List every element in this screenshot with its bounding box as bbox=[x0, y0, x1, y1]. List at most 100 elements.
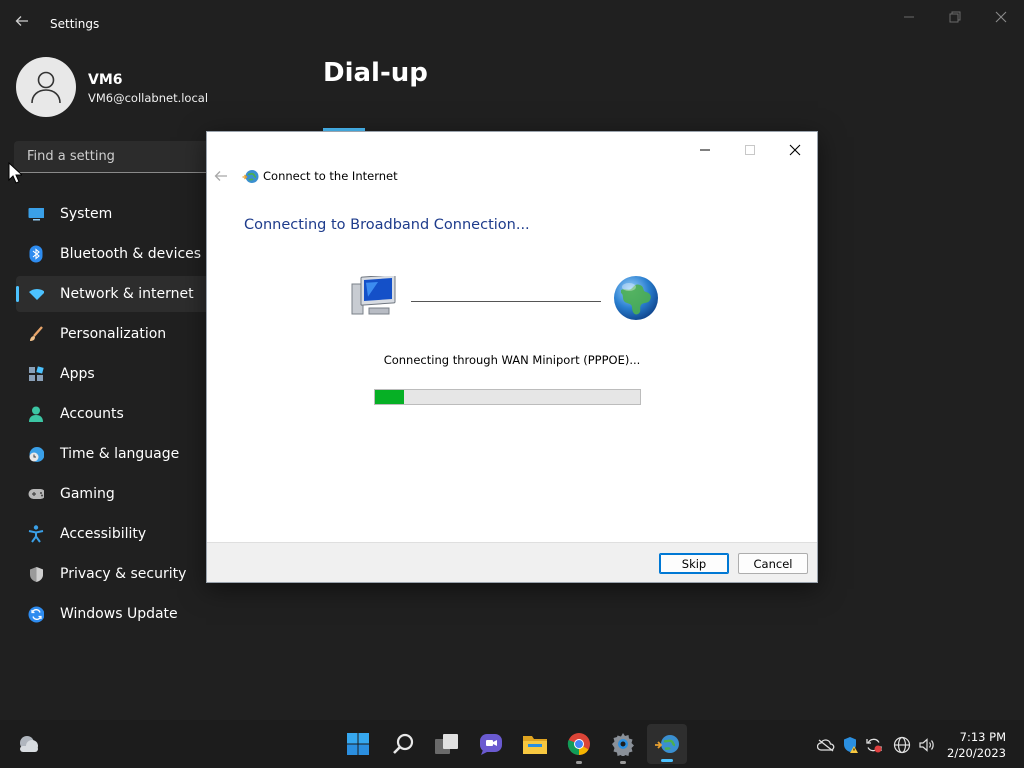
sidebar-item-bluetooth-devices[interactable]: Bluetooth & devices bbox=[16, 236, 216, 272]
back-button[interactable] bbox=[14, 13, 34, 35]
gamepad-icon bbox=[28, 486, 44, 502]
user-icon bbox=[31, 71, 61, 104]
wifi-icon bbox=[28, 286, 44, 302]
tray-volume[interactable] bbox=[918, 736, 936, 754]
minimize-icon bbox=[904, 16, 914, 18]
brush-icon bbox=[28, 326, 44, 342]
avatar[interactable] bbox=[16, 57, 76, 117]
apps-icon bbox=[28, 366, 44, 382]
progress-bar bbox=[374, 389, 641, 405]
sidebar-item-label: Time & language bbox=[60, 446, 180, 462]
dialog-maximize-button[interactable] bbox=[736, 138, 764, 162]
person-icon bbox=[28, 406, 44, 422]
update-icon bbox=[28, 606, 44, 622]
clock-time: 7:13 PM bbox=[959, 730, 1006, 744]
maximize-icon bbox=[745, 145, 755, 155]
close-button[interactable] bbox=[990, 8, 1012, 26]
app-title: Settings bbox=[50, 17, 100, 31]
taskbar-teams-chat[interactable] bbox=[477, 730, 505, 758]
sidebar-item-accounts[interactable]: Accounts bbox=[16, 396, 216, 432]
sidebar-item-label: Privacy & security bbox=[60, 566, 187, 582]
sidebar-item-gaming[interactable]: Gaming bbox=[16, 476, 216, 512]
search-icon bbox=[393, 733, 414, 754]
chat-icon bbox=[480, 734, 502, 755]
dialog-footer: Skip Cancel bbox=[207, 542, 817, 582]
search-box[interactable] bbox=[14, 141, 214, 173]
taskbar-connect-internet[interactable] bbox=[647, 724, 687, 764]
gear-icon bbox=[612, 733, 634, 756]
taskbar-search[interactable] bbox=[389, 730, 417, 758]
taskbar-chrome[interactable] bbox=[565, 730, 593, 764]
windows-start-icon bbox=[347, 733, 369, 755]
arrow-left-icon bbox=[214, 171, 227, 181]
tray-defender[interactable] bbox=[842, 736, 860, 754]
sidebar-item-apps[interactable]: Apps bbox=[16, 356, 216, 392]
weather-cloud-icon bbox=[20, 736, 38, 752]
sidebar-item-label: Accessibility bbox=[60, 526, 147, 542]
cloud-offline-icon bbox=[817, 739, 835, 752]
taskbar-clock[interactable]: 7:13 PM 2/20/2023 bbox=[947, 729, 1006, 761]
dialog-close-button[interactable] bbox=[781, 138, 809, 162]
sidebar-item-label: Apps bbox=[60, 366, 95, 382]
sidebar-item-personalization[interactable]: Personalization bbox=[16, 316, 216, 352]
sidebar-item-label: System bbox=[60, 206, 113, 222]
mouse-cursor-icon bbox=[8, 162, 22, 184]
accessibility-icon bbox=[28, 525, 44, 543]
connection-line bbox=[411, 301, 601, 302]
taskbar-settings[interactable] bbox=[609, 730, 637, 764]
search-input[interactable] bbox=[14, 141, 214, 172]
sidebar-item-network-internet[interactable]: Network & internet bbox=[16, 276, 216, 312]
sidebar-item-system[interactable]: System bbox=[16, 196, 216, 232]
taskbar-file-explorer[interactable] bbox=[521, 730, 549, 758]
globe-icon bbox=[614, 276, 658, 320]
taskbar-start[interactable] bbox=[344, 730, 372, 758]
page-title: Dial-up bbox=[323, 58, 428, 88]
system-icon bbox=[28, 206, 44, 222]
taskbar: 7:13 PM 2/20/2023 bbox=[0, 720, 1024, 768]
close-icon bbox=[789, 144, 801, 156]
sidebar-item-label: Accounts bbox=[60, 406, 124, 422]
folder-icon bbox=[523, 736, 547, 754]
arrow-left-icon bbox=[15, 16, 28, 26]
sidebar-item-windows-update[interactable]: Windows Update bbox=[16, 596, 216, 632]
sidebar-item-label: Windows Update bbox=[60, 606, 178, 622]
tray-onedrive[interactable] bbox=[817, 736, 835, 754]
sidebar-item-label: Bluetooth & devices bbox=[60, 246, 202, 262]
computer-icon bbox=[351, 276, 396, 315]
tray-network[interactable] bbox=[893, 736, 911, 754]
tray-sync[interactable] bbox=[865, 736, 883, 754]
globe-connect-icon bbox=[655, 735, 679, 753]
taskbar-weather[interactable] bbox=[14, 730, 42, 758]
dialog-minimize-button[interactable] bbox=[691, 138, 719, 162]
minimize-icon bbox=[700, 149, 710, 151]
close-icon bbox=[995, 11, 1007, 23]
cancel-button[interactable]: Cancel bbox=[738, 553, 808, 574]
task-view-icon bbox=[435, 734, 458, 754]
chrome-icon bbox=[567, 733, 590, 755]
dialog-back-button[interactable] bbox=[213, 168, 229, 184]
dialog-title: Connect to the Internet bbox=[263, 169, 398, 183]
volume-icon bbox=[919, 738, 934, 752]
sidebar-item-accessibility[interactable]: Accessibility bbox=[16, 516, 216, 552]
sync-icon bbox=[866, 738, 882, 753]
running-indicator bbox=[620, 761, 626, 764]
taskbar-task-view[interactable] bbox=[433, 730, 461, 758]
sidebar-item-label: Network & internet bbox=[60, 286, 194, 302]
active-indicator bbox=[661, 759, 673, 762]
minimize-button[interactable] bbox=[898, 8, 920, 26]
restore-icon bbox=[949, 11, 961, 23]
bluetooth-icon bbox=[28, 245, 44, 263]
globe-connect-icon bbox=[242, 170, 259, 183]
dialog-heading: Connecting to Broadband Connection... bbox=[244, 217, 530, 233]
sidebar-item-privacy-security[interactable]: Privacy & security bbox=[16, 556, 216, 592]
settings-titlebar: Settings bbox=[0, 0, 1024, 48]
user-name: VM6 bbox=[88, 72, 123, 88]
security-warning-icon bbox=[844, 737, 858, 753]
shield-icon bbox=[28, 566, 44, 582]
skip-button[interactable]: Skip bbox=[659, 553, 729, 574]
clock-date: 2/20/2023 bbox=[947, 746, 1006, 760]
sidebar-item-label: Gaming bbox=[60, 486, 115, 502]
sidebar-item-time-language[interactable]: Time & language bbox=[16, 436, 216, 472]
connection-status: Connecting through WAN Miniport (PPPOE).… bbox=[383, 353, 641, 367]
restore-button[interactable] bbox=[944, 8, 966, 26]
